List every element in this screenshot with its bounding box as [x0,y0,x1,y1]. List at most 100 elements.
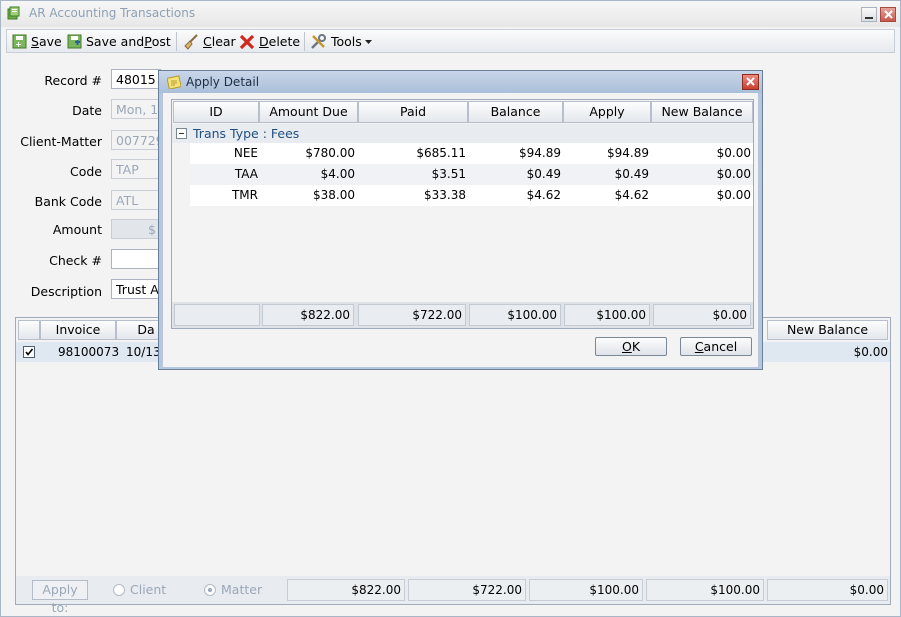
apply-cell: $0.49 [614,167,649,181]
close-icon [746,77,755,86]
group-label: Trans Type : Fees [193,126,300,141]
apply-cell: $94.89 [607,146,649,160]
amount-due-cell: $780.00 [305,146,355,160]
matter-radio[interactable] [204,584,216,596]
close-icon [884,10,893,19]
invoice-cell: 98100073 [58,345,120,359]
save-icon [12,34,27,49]
balance-cell: $94.89 [519,146,561,160]
client-radio[interactable] [113,584,125,596]
total-amount-due: $822.00 [287,579,405,601]
minimize-icon [865,17,873,19]
description-field[interactable]: Trust Ap [111,279,161,299]
main-window: AR Accounting Transactions Save Save and… [0,0,901,617]
client-radio-label: Client [130,582,167,597]
checkmark-icon [25,348,34,356]
delete-x-icon [239,34,255,49]
row-checkbox[interactable] [23,346,35,358]
dialog-close-button[interactable] [742,74,759,90]
date-label: Date [72,103,102,118]
clear-label: lear [211,34,236,49]
total-new-balance: $0.00 [767,579,888,601]
amount-label: Amount [52,222,102,237]
collapse-icon[interactable] [176,128,187,139]
amount-due-column-header[interactable]: Amount Due [259,101,358,123]
balance-cell: $4.62 [526,188,561,202]
code-label: Code [69,164,102,179]
delete-button[interactable]: Delete [239,32,300,51]
record-field[interactable]: 48015 [111,69,161,89]
new-balance-column-header[interactable]: New Balance [651,101,753,123]
date-field[interactable]: Mon, 10 [111,99,161,119]
app-icon [7,6,20,20]
amount-field[interactable]: $ [111,219,161,239]
tools-icon [311,34,326,49]
clear-button[interactable]: Clear [183,32,236,51]
cancel-label: ancel [703,339,738,354]
dialog-total-apply: $100.00 [564,304,650,326]
title-bar: AR Accounting Transactions [1,1,900,27]
description-label: Description [30,284,102,299]
date-cell: 10/13 [126,345,161,359]
ok-key: O [621,339,632,354]
amount-due-cell: $38.00 [313,188,355,202]
id-column-header[interactable]: ID [173,101,259,123]
save-button[interactable]: Save [12,32,62,51]
table-row[interactable]: NEE $780.00 $685.11 $94.89 $94.89 $0.00 [190,143,753,164]
matter-radio-label: Matter [221,582,263,597]
ok-button[interactable]: OK [595,337,667,356]
save-and-post-label: Save and [86,34,145,49]
save-and-post-label-rest: ost [151,34,171,49]
close-window-button[interactable] [880,7,896,22]
group-row[interactable]: Trans Type : Fees [172,124,753,143]
window-title: AR Accounting Transactions [29,6,196,20]
bank-code-field[interactable]: ATL [111,190,161,210]
grid-footer: Apply to: Client Matter $822.00 $722.00 … [16,576,890,615]
dialog-body: ID Amount Due Paid Balance Apply New Bal… [163,93,758,367]
table-row[interactable]: TAA $4.00 $3.51 $0.49 $0.49 $0.00 [190,164,753,185]
paid-column-header[interactable]: Paid [358,101,468,123]
save-label: ave [38,34,62,49]
apply-detail-grid: ID Amount Due Paid Balance Apply New Bal… [171,99,754,329]
new-balance-cell: $0.00 [716,167,751,181]
minimize-button[interactable] [861,7,877,22]
paid-cell: $33.38 [424,188,466,202]
save-label-key: S [31,34,39,49]
save-and-post-icon [67,34,82,49]
total-paid: $722.00 [408,579,526,601]
table-row[interactable]: TMR $38.00 $33.38 $4.62 $4.62 $0.00 [190,185,753,206]
balance-column-header[interactable]: Balance [468,101,563,123]
check-number-label: Check # [49,253,102,268]
footer-blank-cell [174,304,260,326]
apply-to-button[interactable]: Apply to: [32,580,88,615]
bank-code-label: Bank Code [34,194,102,209]
broom-icon [184,33,198,50]
delete-label: elete [268,34,301,49]
check-number-field[interactable] [111,249,161,269]
amount-due-cell: $4.00 [320,167,355,181]
dialog-grid-footer: $822.00 $722.00 $100.00 $100.00 $0.00 [172,302,753,328]
id-cell: NEE [233,146,258,160]
dialog-total-paid: $722.00 [358,304,466,326]
apply-column-header[interactable]: Apply [563,101,651,123]
cancel-button[interactable]: Cancel [680,337,752,356]
toolbar: Save Save and Post Clear Delete Tools [6,29,895,53]
client-matter-field[interactable]: 007729 [111,130,161,150]
id-cell: TMR [231,188,258,202]
apply-cell: $4.62 [614,188,649,202]
save-and-post-button[interactable]: Save and Post [67,32,171,51]
dialog-total-balance: $100.00 [469,304,561,326]
new-balance-column-header[interactable]: New Balance [767,320,888,340]
balance-cell: $0.49 [526,167,561,181]
cancel-key: C [694,339,704,354]
code-field[interactable]: TAP [111,159,161,179]
ok-label: K [631,339,641,354]
select-column-header[interactable] [18,320,40,340]
invoice-column-header[interactable]: Invoice [40,320,116,340]
tools-menu-button[interactable]: Tools [310,32,376,51]
record-label: Record # [44,73,102,88]
paid-cell: $3.51 [431,167,466,181]
save-and-post-key: P [144,34,152,49]
apply-detail-dialog: Apply Detail ID Amount Due Paid Balance … [158,70,763,370]
delete-label-key: D [259,34,269,49]
